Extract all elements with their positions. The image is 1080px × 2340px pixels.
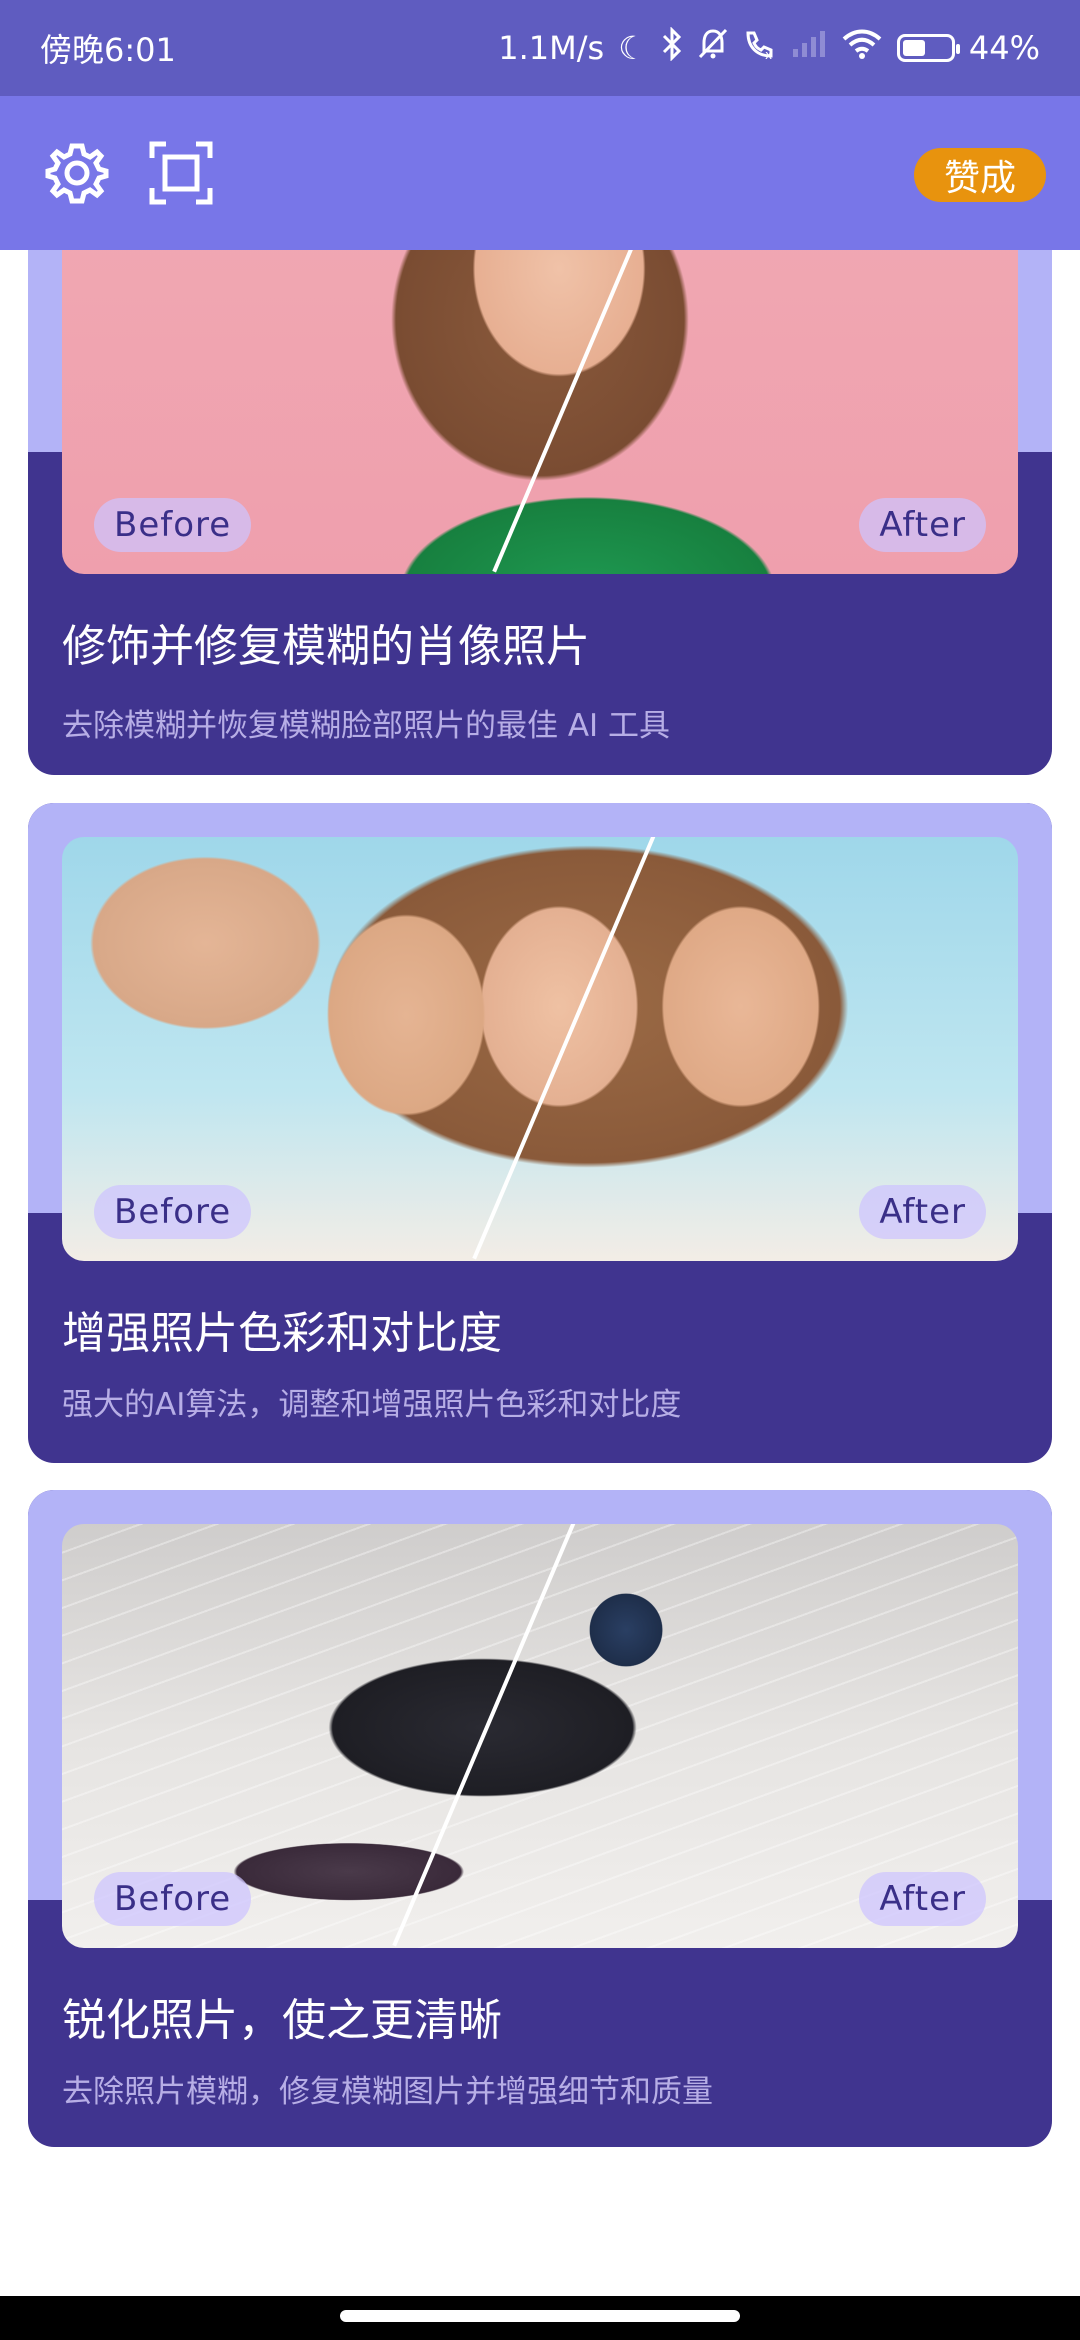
card-description: 去除模糊并恢复模糊脸部照片的最佳 AI 工具 xyxy=(62,708,671,744)
call-icon: x xyxy=(743,27,777,69)
before-label: Before xyxy=(94,1872,252,1926)
snowboard-before-after-image: Before After xyxy=(62,1524,1018,1948)
feature-card-deblur-portrait[interactable]: Before After 修饰并修复模糊的肖像照片 去除模糊并恢复模糊脸部照片的… xyxy=(28,190,1052,775)
upvote-button[interactable]: 赞成 xyxy=(914,148,1046,202)
status-icons: 1.1M/s ☾ x 44% xyxy=(498,26,1040,69)
friends-before-after-image: Before After xyxy=(62,837,1018,1261)
scan-frame-icon[interactable] xyxy=(146,138,216,208)
before-label: Before xyxy=(94,1185,252,1239)
gear-icon[interactable] xyxy=(42,138,112,208)
app-bar: 赞成 xyxy=(0,96,1080,250)
mute-bell-icon xyxy=(697,27,729,69)
before-label: Before xyxy=(94,498,252,552)
navigation-bar xyxy=(0,2296,1080,2340)
card-title: 增强照片色彩和对比度 xyxy=(62,1308,502,1359)
status-bar: 傍晚6:01 1.1M/s ☾ x 44% xyxy=(0,0,1080,96)
moon-icon: ☾ xyxy=(618,29,647,67)
feature-card-color-contrast[interactable]: Before After 增强照片色彩和对比度 强大的AI算法，调整和增强照片色… xyxy=(28,803,1052,1463)
battery-icon xyxy=(896,34,960,62)
signal-icon xyxy=(791,29,827,67)
after-label: After xyxy=(859,1185,986,1239)
status-time: 傍晚6:01 xyxy=(40,31,176,69)
network-speed: 1.1M/s xyxy=(498,29,605,67)
card-title: 修饰并修复模糊的肖像照片 xyxy=(62,621,590,672)
card-description: 强大的AI算法，调整和增强照片色彩和对比度 xyxy=(62,1387,682,1423)
after-label: After xyxy=(859,498,986,552)
home-indicator[interactable] xyxy=(340,2310,740,2322)
bluetooth-icon xyxy=(661,26,683,69)
svg-text:x: x xyxy=(765,48,772,61)
comparison-divider xyxy=(392,1524,576,1947)
card-title: 锐化照片，使之更清晰 xyxy=(62,1995,502,2046)
feature-card-sharpen[interactable]: Before After 锐化照片，使之更清晰 去除照片模糊，修复模糊图片并增强… xyxy=(28,1490,1052,2147)
wifi-icon xyxy=(841,28,883,68)
battery-percent: 44% xyxy=(968,29,1040,67)
comparison-divider xyxy=(472,837,656,1260)
card-description: 去除照片模糊，修复模糊图片并增强细节和质量 xyxy=(62,2074,713,2110)
after-label: After xyxy=(859,1872,986,1926)
